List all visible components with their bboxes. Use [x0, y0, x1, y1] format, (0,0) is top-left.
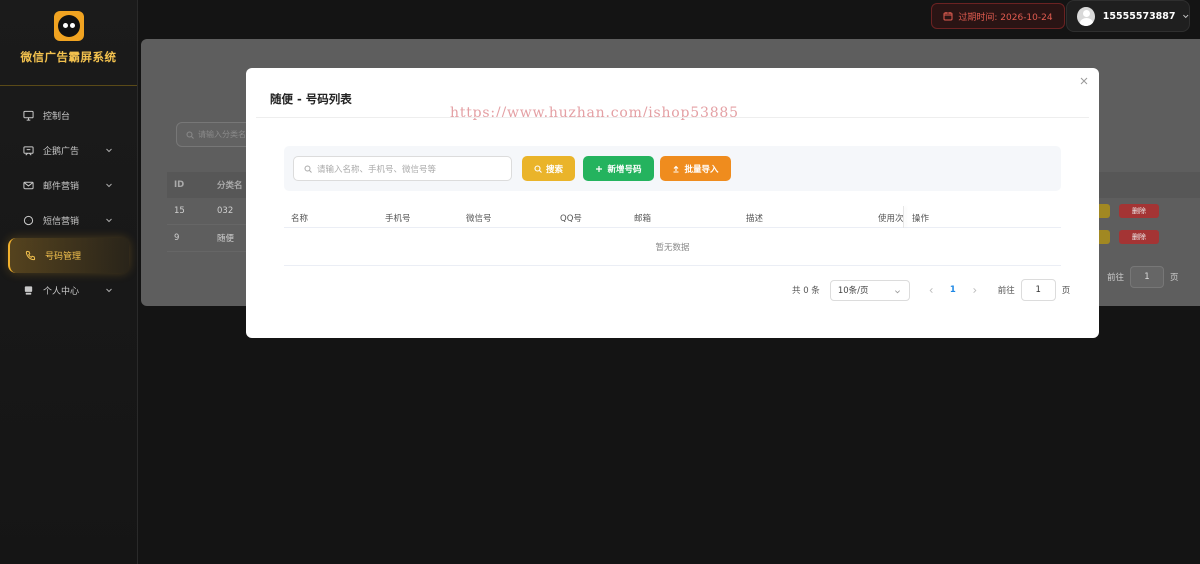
column-header-actions: 操作 [912, 214, 930, 224]
chevron-down-icon [106, 148, 112, 153]
search-input[interactable]: 请输入名称、手机号、微信号等 [293, 156, 512, 181]
ad-icon [22, 145, 34, 157]
sidebar-item-label: 号码管理 [45, 252, 82, 262]
chevron-down-icon [106, 183, 112, 188]
total-count: 共 0 条 [792, 286, 820, 296]
chevron-down-icon [106, 288, 112, 293]
sidebar-item-label: 企鹅广告 [43, 147, 80, 157]
watermark: https://www.huzhan.com/ishop53885 [450, 105, 739, 121]
chevron-right-icon[interactable] [971, 287, 978, 294]
table-header: 名称 手机号 微信号 QQ号 邮箱 描述 使用次 操作 [284, 206, 1061, 228]
goto-label: 前往 [997, 286, 1015, 296]
plus-icon [596, 165, 603, 172]
logo-area: 微信广告霸屏系统 [0, 0, 137, 86]
batch-import-button[interactable]: 批量导入 [660, 156, 731, 181]
add-number-button[interactable]: 新增号码 [583, 156, 654, 181]
sidebar-item-email-marketing[interactable]: 邮件营销 [0, 168, 137, 203]
delete-button[interactable]: 删除 [1119, 230, 1159, 244]
goto-page-input[interactable]: 1 [1130, 266, 1165, 288]
column-header-email: 邮箱 [634, 214, 652, 224]
delete-button[interactable]: 删除 [1119, 204, 1159, 218]
column-header-phone: 手机号 [385, 214, 411, 224]
search-toolbar: 请输入名称、手机号、微信号等 搜索 新增号码 批量导入 [284, 146, 1061, 191]
chevron-down-icon [106, 218, 112, 223]
table-header-actions [1096, 172, 1200, 198]
upload-icon [673, 165, 679, 173]
sidebar-item-label: 个人中心 [43, 287, 80, 297]
monitor-icon [22, 110, 34, 122]
row-actions: 删除 [1096, 230, 1200, 244]
chat-icon [22, 215, 34, 227]
category-search-input[interactable]: 请输入分类名 [176, 122, 256, 147]
user-menu[interactable]: 15555573887 [1066, 0, 1190, 32]
column-header-description: 描述 [746, 214, 764, 224]
chevron-down-icon [894, 289, 900, 293]
user-card-icon [22, 285, 34, 297]
fixed-column-divider [903, 206, 904, 228]
number-table: 名称 手机号 微信号 QQ号 邮箱 描述 使用次 操作 暂无数据 [284, 206, 1061, 266]
sidebar-item-label: 短信营销 [43, 217, 80, 227]
close-icon[interactable] [1079, 76, 1089, 86]
expire-badge: 过期时间: 2026-10-24 [931, 3, 1065, 29]
chevron-left-icon[interactable] [928, 287, 935, 294]
column-header-usage-count: 使用次 [878, 214, 904, 224]
avatar [1077, 6, 1095, 26]
app-logo [53, 11, 84, 41]
page-suffix: 页 [1061, 286, 1071, 296]
search-icon [304, 165, 312, 173]
mail-icon [22, 180, 34, 192]
column-header-qq: QQ号 [560, 214, 582, 224]
background-pager: 前往 1 页 [1107, 266, 1179, 288]
chevron-down-icon [1182, 14, 1188, 19]
pagination: 共 0 条 10条/页 1 前往 1 页 [792, 279, 1070, 301]
goto-page-input[interactable]: 1 [1020, 279, 1056, 301]
divider [256, 117, 1089, 118]
sidebar-item-penguin-ads[interactable]: 企鹅广告 [0, 133, 137, 168]
sidebar-menu: 控制台 企鹅广告 邮件营销 短信营销 号码管理 个人中心 [0, 98, 137, 308]
row-actions: 删除 [1096, 204, 1200, 218]
app-name: 微信广告霸屏系统 [20, 50, 117, 64]
username: 15555573887 [1102, 10, 1176, 22]
sidebar-item-label: 控制台 [43, 112, 71, 122]
number-list-dialog: 随便 - 号码列表 https://www.huzhan.com/ishop53… [246, 68, 1099, 338]
dialog-title: 随便 - 号码列表 [270, 92, 352, 106]
empty-state: 暂无数据 [284, 228, 1061, 266]
sidebar-item-personal-center[interactable]: 个人中心 [0, 273, 137, 308]
page-number-current[interactable]: 1 [950, 285, 956, 295]
expire-text: 过期时间: 2026-10-24 [958, 12, 1053, 23]
column-header-name: 名称 [291, 214, 309, 224]
search-icon [534, 164, 542, 173]
sidebar-item-label: 邮件营销 [43, 182, 80, 192]
column-header-wechat: 微信号 [466, 214, 492, 224]
calendar-icon [943, 12, 953, 21]
search-icon [186, 131, 194, 139]
sidebar-item-dashboard[interactable]: 控制台 [0, 98, 137, 133]
sidebar-item-number-management[interactable]: 号码管理 [8, 238, 129, 273]
page-size-select[interactable]: 10条/页 [829, 279, 910, 301]
search-button[interactable]: 搜索 [522, 156, 575, 181]
sidebar-item-sms-marketing[interactable]: 短信营销 [0, 203, 137, 238]
sidebar: 微信广告霸屏系统 控制台 企鹅广告 邮件营销 短信营销 号码管理 个人中心 [0, 0, 138, 564]
phone-icon [24, 250, 36, 262]
